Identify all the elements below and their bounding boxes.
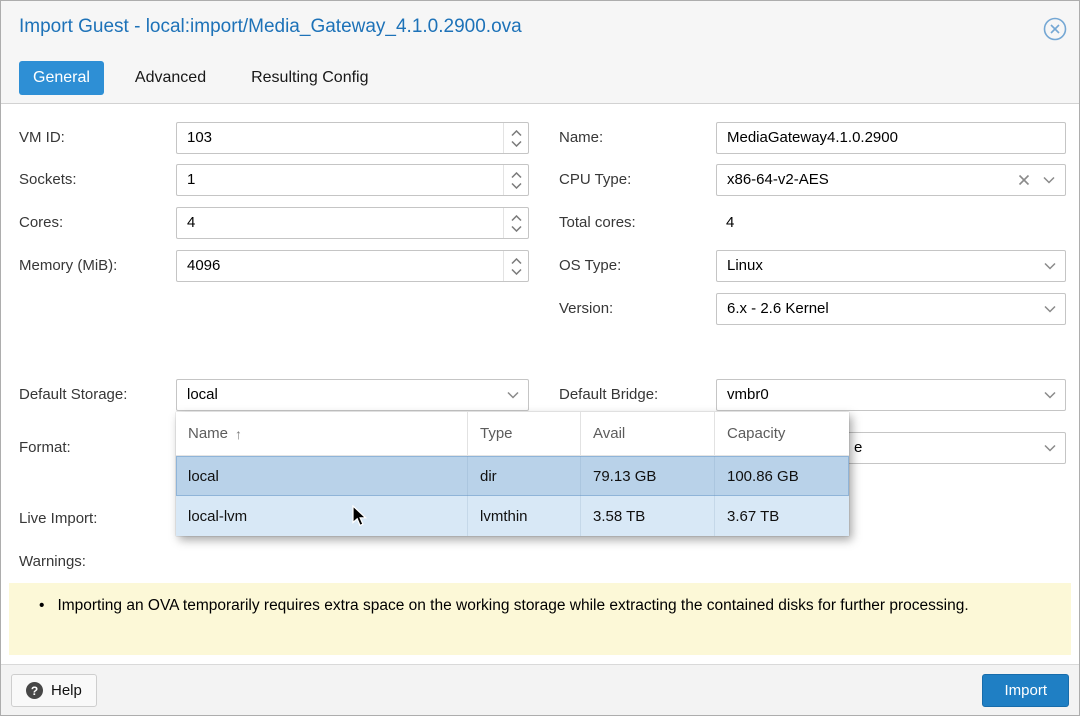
help-button-label: Help — [51, 682, 82, 699]
spinner-arrows-icon[interactable] — [503, 123, 528, 153]
storage-option-local-lvm[interactable]: local-lvm lvmthin 3.58 TB 3.67 TB — [176, 496, 849, 536]
vm-id-label: VM ID: — [19, 129, 65, 146]
version-value: 6.x - 2.6 Kernel — [727, 300, 829, 317]
sockets-value: 1 — [187, 171, 195, 188]
chevron-down-icon[interactable] — [1044, 444, 1056, 452]
memory-value: 4096 — [187, 257, 220, 274]
chevron-down-icon[interactable] — [507, 391, 519, 399]
warning-text: Importing an OVA temporarily requires ex… — [57, 594, 968, 617]
column-header-avail[interactable]: Avail — [581, 412, 715, 455]
covered-select-visible-text: e — [854, 439, 862, 456]
cell-type: dir — [468, 456, 581, 496]
version-label: Version: — [559, 300, 613, 317]
close-icon[interactable] — [1042, 16, 1068, 42]
default-bridge-value: vmbr0 — [727, 386, 769, 403]
cell-type: lvmthin — [468, 496, 581, 536]
cpu-type-value: x86-64-v2-AES — [727, 171, 829, 188]
cell-capacity: 3.67 TB — [715, 496, 849, 536]
sort-asc-icon: ↑ — [235, 426, 242, 442]
spinner-arrows-icon[interactable] — [503, 251, 528, 281]
cores-value: 4 — [187, 214, 195, 231]
sockets-input[interactable]: 1 — [176, 164, 529, 196]
version-select[interactable]: 6.x - 2.6 Kernel — [716, 293, 1066, 325]
column-header-name-label: Name — [188, 425, 228, 442]
memory-input[interactable]: 4096 — [176, 250, 529, 282]
question-icon: ? — [26, 682, 43, 699]
default-storage-label: Default Storage: — [19, 386, 127, 403]
default-storage-select[interactable]: local — [176, 379, 529, 411]
storage-dropdown-header: Name ↑ Type Avail Capacity — [176, 412, 849, 456]
format-label: Format: — [19, 439, 71, 456]
cores-input[interactable]: 4 — [176, 207, 529, 239]
tab-general[interactable]: General — [19, 61, 104, 95]
column-header-type[interactable]: Type — [468, 412, 581, 455]
name-value: MediaGateway4.1.0.2900 — [727, 129, 898, 146]
cpu-type-select[interactable]: x86-64-v2-AES — [716, 164, 1066, 196]
storage-dropdown-panel: Name ↑ Type Avail Capacity local dir 79.… — [176, 412, 849, 536]
cpu-type-label: CPU Type: — [559, 171, 631, 188]
os-type-label: OS Type: — [559, 257, 621, 274]
dialog-title: Import Guest - local:import/Media_Gatewa… — [19, 16, 522, 38]
dialog-body: VM ID: Sockets: Cores: Memory (MiB): Def… — [1, 104, 1079, 665]
default-bridge-label: Default Bridge: — [559, 386, 658, 403]
import-guest-dialog: Import Guest - local:import/Media_Gatewa… — [0, 0, 1080, 716]
column-header-name[interactable]: Name ↑ — [176, 412, 468, 455]
total-cores-value: 4 — [726, 214, 734, 231]
cores-label: Cores: — [19, 214, 63, 231]
default-storage-value: local — [187, 386, 218, 403]
tab-resulting-config[interactable]: Resulting Config — [237, 61, 382, 95]
tab-advanced[interactable]: Advanced — [121, 61, 220, 95]
dialog-footer: ? Help Import — [1, 664, 1079, 715]
memory-label: Memory (MiB): — [19, 257, 117, 274]
cell-avail: 3.58 TB — [581, 496, 715, 536]
import-button[interactable]: Import — [982, 674, 1069, 707]
column-header-capacity[interactable]: Capacity — [715, 412, 849, 455]
total-cores-label: Total cores: — [559, 214, 636, 231]
warning-box: • Importing an OVA temporarily requires … — [9, 583, 1071, 655]
storage-option-local[interactable]: local dir 79.13 GB 100.86 GB — [176, 456, 849, 496]
name-input[interactable]: MediaGateway4.1.0.2900 — [716, 122, 1066, 154]
help-button[interactable]: ? Help — [11, 674, 97, 707]
clear-x-icon[interactable] — [1018, 174, 1030, 186]
cell-capacity: 100.86 GB — [715, 456, 849, 496]
live-import-label: Live Import: — [19, 510, 97, 527]
warnings-label: Warnings: — [19, 553, 86, 570]
name-label: Name: — [559, 129, 603, 146]
spinner-arrows-icon[interactable] — [503, 208, 528, 238]
tab-bar: General Advanced Resulting Config — [19, 61, 383, 95]
chevron-down-icon[interactable] — [1043, 176, 1055, 184]
dialog-header: Import Guest - local:import/Media_Gatewa… — [1, 1, 1079, 104]
cell-name: local — [176, 456, 468, 496]
bullet-icon: • — [39, 594, 44, 617]
vm-id-value: 103 — [187, 129, 212, 146]
vm-id-input[interactable]: 103 — [176, 122, 529, 154]
default-bridge-select[interactable]: vmbr0 — [716, 379, 1066, 411]
chevron-down-icon[interactable] — [1044, 262, 1056, 270]
sockets-label: Sockets: — [19, 171, 77, 188]
os-type-select[interactable]: Linux — [716, 250, 1066, 282]
os-type-value: Linux — [727, 257, 763, 274]
chevron-down-icon[interactable] — [1044, 391, 1056, 399]
cell-name: local-lvm — [176, 496, 468, 536]
chevron-down-icon[interactable] — [1044, 305, 1056, 313]
cell-avail: 79.13 GB — [581, 456, 715, 496]
spinner-arrows-icon[interactable] — [503, 165, 528, 195]
